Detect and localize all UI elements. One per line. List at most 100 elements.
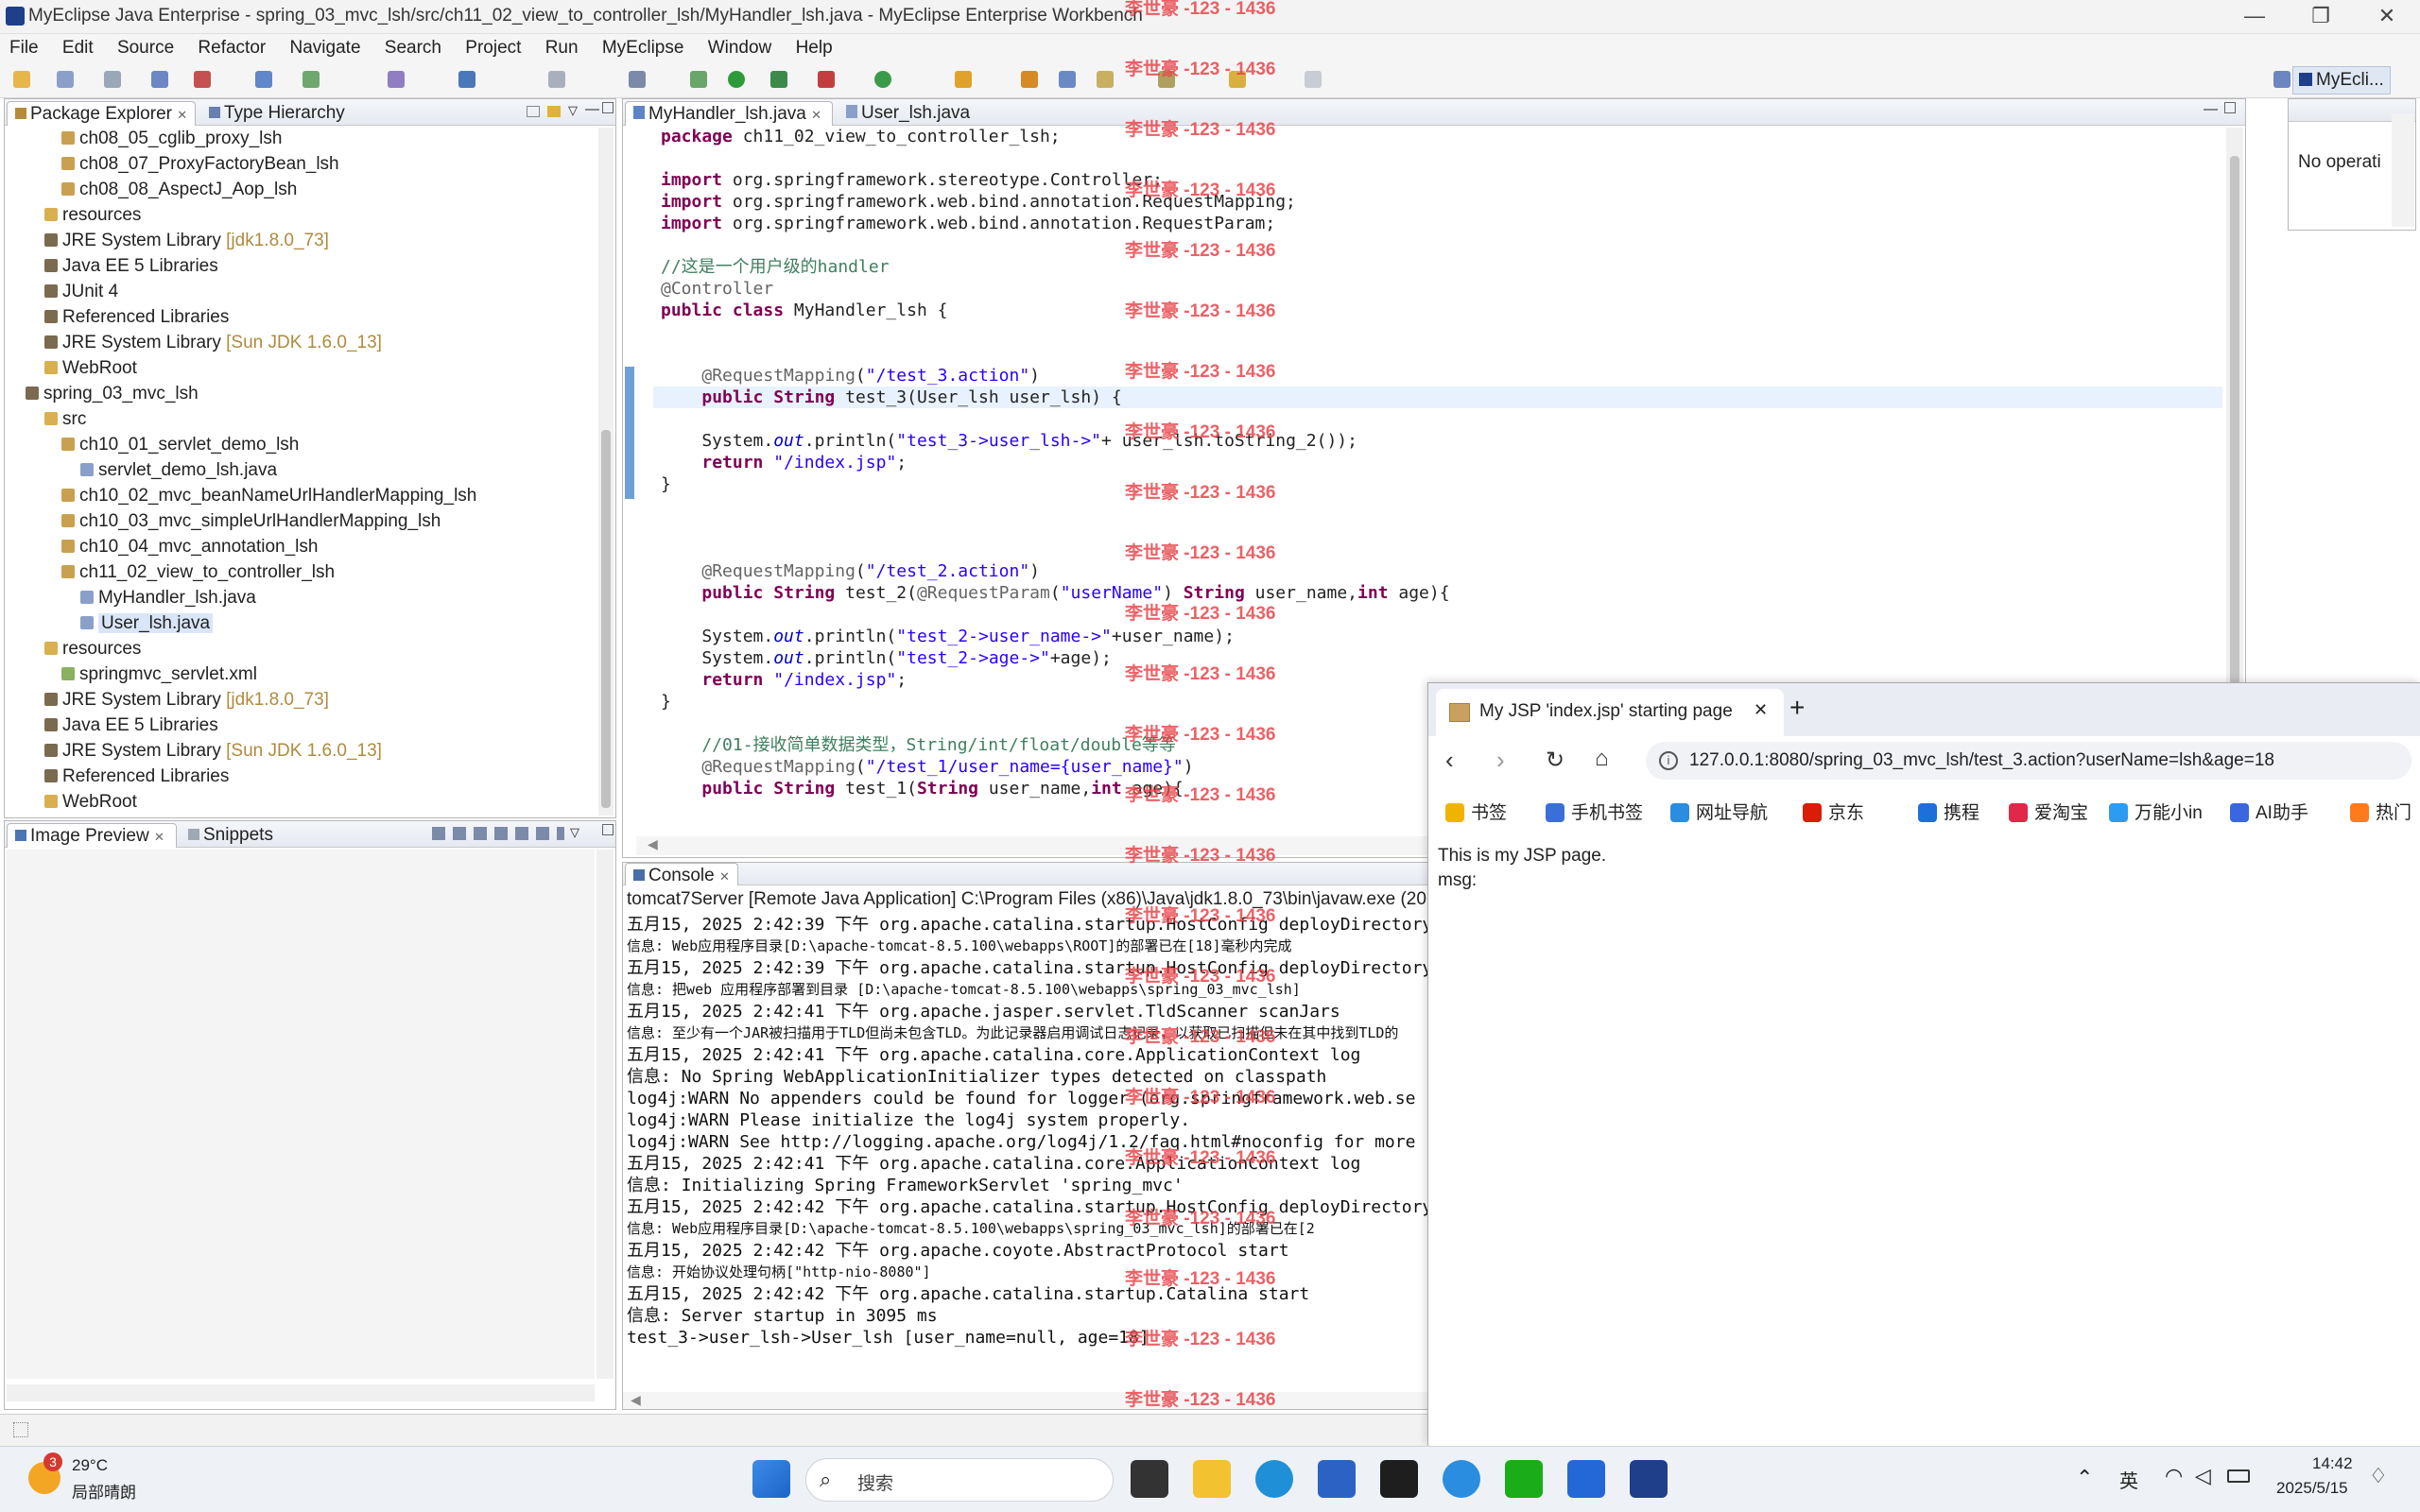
file-explorer-icon[interactable]: [1193, 1460, 1231, 1498]
bookmark-item[interactable]: 热门: [2350, 799, 2411, 824]
code-line[interactable]: System.out.println("test_2->user_name->"…: [653, 626, 1235, 647]
tree-item[interactable]: WebRoot: [44, 789, 137, 815]
globe-icon[interactable]: [458, 71, 475, 88]
tree-item[interactable]: ch10_02_mvc_beanNameUrlHandlerMapping_ls…: [61, 483, 476, 508]
volume-icon[interactable]: ◁: [2195, 1464, 2211, 1488]
forward-icon[interactable]: [1305, 71, 1322, 88]
clock-date[interactable]: 2025/5/15: [2276, 1479, 2348, 1498]
wechat-icon[interactable]: [1505, 1460, 1543, 1498]
build-icon[interactable]: [548, 71, 565, 88]
tree-item[interactable]: ch08_05_cglib_proxy_lsh: [61, 126, 282, 151]
bookmark-item[interactable]: 爱淘宝: [2009, 799, 2088, 824]
clock-time[interactable]: 14:42: [2312, 1454, 2353, 1473]
code-line[interactable]: [653, 343, 661, 365]
tab-image-preview[interactable]: Image Preview ✕: [7, 823, 177, 848]
tab-snippets[interactable]: Snippets: [181, 823, 281, 848]
tree-item[interactable]: WebRoot: [44, 355, 137, 381]
refresh-icon[interactable]: [302, 71, 320, 88]
save-icon[interactable]: [57, 71, 74, 88]
code-line[interactable]: [653, 517, 661, 539]
scroll-left-icon[interactable]: ◀: [631, 1392, 641, 1408]
console-hscroll[interactable]: ◀: [623, 1392, 1434, 1409]
bookmark-item[interactable]: 书签: [1445, 799, 1507, 824]
tree-item[interactable]: JRE System Library [Sun JDK 1.6.0_13]: [44, 738, 382, 764]
console-output[interactable]: 五月15, 2025 2:42:39 下午 org.apache.catalin…: [627, 914, 1434, 1386]
open-perspective-icon[interactable]: [2273, 71, 2290, 88]
view-menu-icon[interactable]: ▽: [568, 103, 578, 118]
close-icon[interactable]: ✕: [719, 869, 730, 884]
annotation-icon[interactable]: [1059, 71, 1076, 88]
code-line[interactable]: [653, 539, 661, 560]
bookmark-item[interactable]: 携程: [1918, 799, 1979, 824]
code-line[interactable]: @Controller: [653, 278, 773, 300]
code-line[interactable]: @RequestMapping("/test_2.action"): [653, 560, 1040, 582]
tab-user-lsh[interactable]: User_lsh.java: [838, 101, 977, 126]
new-class-icon[interactable]: [874, 71, 891, 88]
tree-item[interactable]: Referenced Libraries: [44, 304, 229, 330]
tree-scroll-thumb[interactable]: [601, 430, 611, 808]
close-icon[interactable]: ✕: [811, 108, 821, 122]
maximize-view-icon[interactable]: [602, 824, 614, 835]
coverage-icon[interactable]: [818, 71, 835, 88]
tab-package-explorer[interactable]: Package Explorer ✕: [7, 101, 196, 126]
shield-app-icon[interactable]: [1567, 1460, 1605, 1498]
code-line[interactable]: }: [653, 691, 671, 713]
code-line[interactable]: [653, 234, 661, 256]
tree-item[interactable]: resources: [44, 636, 141, 662]
code-line[interactable]: [653, 713, 661, 734]
code-line[interactable]: System.out.println("test_2->age->"+age);: [653, 647, 1112, 669]
code-line[interactable]: public class MyHandler_lsh {: [653, 300, 947, 321]
preview-vscroll[interactable]: [596, 850, 614, 1379]
web-icon[interactable]: [255, 71, 272, 88]
tree-scrollbar[interactable]: [598, 128, 614, 816]
start-icon[interactable]: [752, 1460, 790, 1498]
code-line[interactable]: public String test_2(@RequestParam("user…: [653, 582, 1449, 604]
menu-project[interactable]: Project: [456, 34, 530, 62]
chevron-up-icon[interactable]: ⌃: [2076, 1466, 2093, 1490]
package-icon[interactable]: [388, 71, 405, 88]
tree-item[interactable]: ch10_03_mvc_simpleUrlHandlerMapping_lsh: [61, 508, 441, 534]
code-line[interactable]: [653, 147, 661, 169]
minimize-button[interactable]: —: [2221, 0, 2288, 34]
code-line[interactable]: @RequestMapping("/test_1/user_name={user…: [653, 756, 1193, 778]
code-line[interactable]: import org.springframework.stereotype.Co…: [653, 169, 1163, 191]
close-icon[interactable]: ✕: [177, 108, 187, 122]
battery-icon[interactable]: [2227, 1469, 2250, 1483]
view-menu-icon[interactable]: ▽: [570, 825, 579, 840]
tab-type-hierarchy[interactable]: Type Hierarchy: [201, 101, 353, 126]
tree-item[interactable]: JRE System Library [jdk1.8.0_73]: [44, 228, 329, 253]
search-tool-icon[interactable]: [1021, 71, 1038, 88]
tree-item[interactable]: User_lsh.java: [80, 610, 214, 636]
new-icon[interactable]: [13, 71, 30, 88]
browser-app-icon[interactable]: [1443, 1460, 1480, 1498]
tab-console[interactable]: Console ✕: [625, 863, 738, 885]
tree-item[interactable]: servlet_demo_lsh.java: [80, 457, 277, 483]
menu-file[interactable]: File: [0, 34, 48, 62]
code-line[interactable]: public String test_3(User_lsh user_lsh) …: [653, 387, 1121, 408]
maximize-view-icon[interactable]: [602, 102, 614, 113]
code-line[interactable]: return "/index.jsp";: [653, 669, 907, 691]
tree-item[interactable]: JRE System Library [jdk1.8.0_73]: [44, 687, 329, 713]
bookmark-item[interactable]: 万能小in: [2109, 799, 2203, 824]
tree-item[interactable]: ch08_07_ProxyFactoryBean_lsh: [61, 151, 339, 177]
tree-item[interactable]: ch11_02_view_to_controller_lsh: [61, 559, 335, 585]
tree-item[interactable]: src: [44, 406, 86, 432]
pin-icon[interactable]: [1097, 71, 1114, 88]
deploy-icon[interactable]: [194, 71, 211, 88]
maximize-view-icon[interactable]: [2224, 102, 2236, 113]
debug-icon[interactable]: [690, 71, 707, 88]
bookmark-item[interactable]: 手机书签: [1546, 799, 1643, 824]
tree-item[interactable]: ch10_04_mvc_annotation_lsh: [61, 534, 318, 559]
tree-item[interactable]: spring_03_mvc_lsh: [26, 381, 199, 406]
tree-item[interactable]: ch10_01_servlet_demo_lsh: [61, 432, 299, 457]
code-line[interactable]: package ch11_02_view_to_controller_lsh;: [653, 126, 1061, 147]
search-box[interactable]: ⌕ 搜索: [805, 1458, 1114, 1502]
tree-item[interactable]: resources: [44, 202, 141, 228]
menu-run[interactable]: Run: [536, 34, 588, 62]
toolbar-icons[interactable]: [432, 827, 564, 840]
task-view-icon[interactable]: [1131, 1460, 1168, 1498]
perspective-myeclipse[interactable]: MyEcli...: [2292, 66, 2391, 94]
tree-item[interactable]: Java EE 5 Libraries: [44, 253, 218, 279]
menu-search[interactable]: Search: [375, 34, 451, 62]
menu-edit[interactable]: Edit: [53, 34, 103, 62]
